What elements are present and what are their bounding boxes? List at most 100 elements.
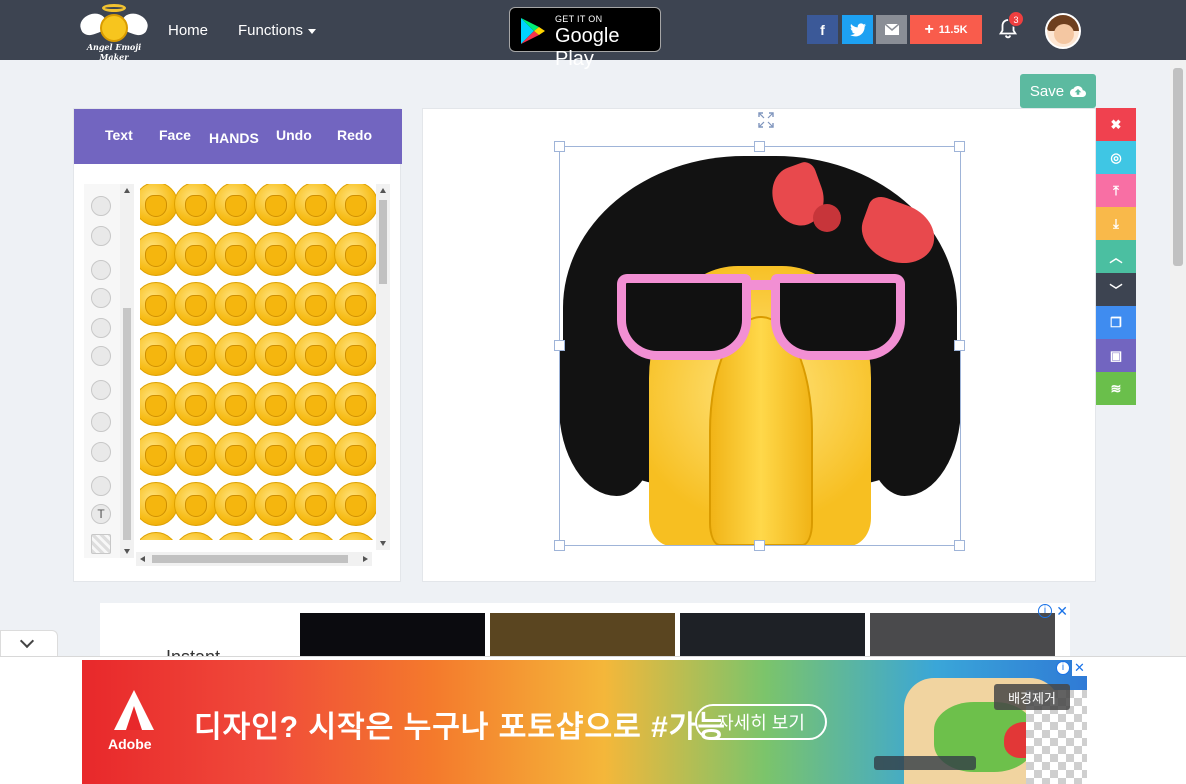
hands-emoji-item[interactable] bbox=[294, 332, 338, 376]
adobe-photoshop-ad[interactable]: Adobe 디자인? 시작은 누구나 포토샵으로 #가능 자세히 보기 배경제거 bbox=[82, 660, 1087, 784]
hands-emoji-item[interactable] bbox=[254, 232, 298, 276]
hands-emoji-item[interactable] bbox=[174, 432, 218, 476]
hands-emoji-item[interactable] bbox=[334, 382, 376, 426]
nose-icon[interactable] bbox=[91, 226, 111, 246]
selection-box[interactable] bbox=[559, 146, 961, 546]
facebook-share-button[interactable]: f bbox=[807, 15, 838, 44]
hands-emoji-item[interactable] bbox=[214, 382, 258, 426]
hands-emoji-item[interactable] bbox=[140, 184, 178, 226]
resize-handle-bl[interactable] bbox=[554, 540, 565, 551]
center-layer-button[interactable]: ◎ bbox=[1096, 141, 1136, 174]
resize-handle-tr[interactable] bbox=[954, 141, 965, 152]
hair-icon[interactable] bbox=[91, 346, 111, 366]
layers-button[interactable]: ≋ bbox=[1096, 372, 1136, 405]
hands-emoji-item[interactable] bbox=[254, 432, 298, 476]
hands-emoji-item[interactable] bbox=[140, 482, 178, 526]
hands-emoji-item[interactable] bbox=[334, 282, 376, 326]
hands-emoji-item[interactable] bbox=[254, 184, 298, 226]
resize-handle-tl[interactable] bbox=[554, 141, 565, 152]
scroll-up-icon[interactable] bbox=[124, 188, 130, 193]
hands-emoji-item[interactable] bbox=[254, 282, 298, 326]
grid-hscroll-thumb[interactable] bbox=[152, 555, 348, 563]
hands-emoji-item[interactable] bbox=[174, 282, 218, 326]
grid-horizontal-scrollbar[interactable] bbox=[136, 552, 372, 566]
resize-handle-l[interactable] bbox=[554, 340, 565, 351]
hands-emoji-item[interactable] bbox=[174, 532, 218, 540]
hands-emoji-item[interactable] bbox=[140, 432, 178, 476]
hands-emoji-item[interactable] bbox=[334, 482, 376, 526]
display-ad-top[interactable]: Instant i ✕ bbox=[100, 603, 1070, 667]
hands-emoji-item[interactable] bbox=[140, 382, 178, 426]
move-down-button[interactable]: ﹀ bbox=[1096, 273, 1136, 306]
grid-vertical-scrollbar[interactable] bbox=[376, 184, 390, 550]
save-button[interactable]: Save bbox=[1020, 74, 1096, 108]
nav-home[interactable]: Home bbox=[168, 22, 208, 39]
hands-emoji-item[interactable] bbox=[214, 282, 258, 326]
beard-icon[interactable] bbox=[91, 260, 111, 280]
grid-vscroll-thumb[interactable] bbox=[379, 200, 387, 284]
hands-emoji-item[interactable] bbox=[334, 184, 376, 226]
hands-emoji-item[interactable] bbox=[294, 482, 338, 526]
ad-info-icon[interactable]: i bbox=[1038, 604, 1052, 618]
text-tool-icon[interactable]: T bbox=[91, 504, 111, 524]
hands-emoji-item[interactable] bbox=[174, 184, 218, 226]
hat-icon[interactable] bbox=[91, 442, 111, 462]
eye-icon[interactable] bbox=[91, 412, 111, 432]
resize-handle-t[interactable] bbox=[754, 141, 765, 152]
hands-emoji-item[interactable] bbox=[294, 232, 338, 276]
twitter-share-button[interactable] bbox=[842, 15, 873, 44]
hands-emoji-item[interactable] bbox=[140, 332, 178, 376]
tab-hands[interactable]: HANDS bbox=[209, 130, 259, 146]
hands-emoji-item[interactable] bbox=[214, 482, 258, 526]
hands-emoji-item[interactable] bbox=[140, 532, 178, 540]
hands-emoji-item[interactable] bbox=[254, 332, 298, 376]
hands-emoji-item[interactable] bbox=[214, 532, 258, 540]
nav-functions[interactable]: Functions bbox=[238, 22, 317, 39]
hands-emoji-item[interactable] bbox=[254, 482, 298, 526]
scroll-down-icon[interactable] bbox=[124, 549, 130, 554]
redo-button[interactable]: Redo bbox=[337, 127, 372, 143]
user-avatar[interactable] bbox=[1045, 13, 1081, 49]
hands-emoji-item[interactable] bbox=[174, 232, 218, 276]
hands-emoji-item[interactable] bbox=[334, 332, 376, 376]
delete-layer-button[interactable]: ✖ bbox=[1096, 108, 1136, 141]
hands-emoji-item[interactable] bbox=[334, 232, 376, 276]
hands-emoji-item[interactable] bbox=[174, 382, 218, 426]
google-play-badge[interactable]: GET IT ON Google Play bbox=[509, 7, 661, 70]
grid-scroll-left-icon[interactable] bbox=[140, 556, 145, 562]
paste-button[interactable]: ▣ bbox=[1096, 339, 1136, 372]
hands-emoji-item[interactable] bbox=[254, 532, 298, 540]
hands-emoji-item[interactable] bbox=[294, 532, 338, 540]
copy-button[interactable]: ❐ bbox=[1096, 306, 1136, 339]
hands-emoji-item[interactable] bbox=[174, 332, 218, 376]
hands-emoji-item[interactable] bbox=[294, 432, 338, 476]
grid-scroll-right-icon[interactable] bbox=[363, 556, 368, 562]
hands-emoji-item[interactable] bbox=[294, 184, 338, 226]
hands-emoji-item[interactable] bbox=[140, 282, 178, 326]
page-scrollbar[interactable] bbox=[1170, 60, 1186, 660]
tab-face[interactable]: Face bbox=[159, 127, 191, 143]
hands-category-icon[interactable] bbox=[91, 476, 111, 496]
undo-button[interactable]: Undo bbox=[276, 127, 312, 143]
resize-handle-r[interactable] bbox=[954, 340, 965, 351]
mustache-icon[interactable] bbox=[91, 288, 111, 308]
expand-icon[interactable] bbox=[758, 112, 774, 128]
hands-emoji-item[interactable] bbox=[334, 432, 376, 476]
tab-text[interactable]: Text bbox=[105, 127, 133, 143]
hands-emoji-item[interactable] bbox=[254, 382, 298, 426]
glasses-icon[interactable] bbox=[91, 318, 111, 338]
ad-bottom-close-icon[interactable]: ✕ bbox=[1072, 660, 1087, 676]
mouth-icon[interactable] bbox=[91, 196, 111, 216]
page-scroll-thumb[interactable] bbox=[1173, 68, 1183, 266]
hands-emoji-item[interactable] bbox=[334, 532, 376, 540]
send-to-back-button[interactable]: ⤓ bbox=[1096, 207, 1136, 240]
hands-emoji-item[interactable] bbox=[214, 232, 258, 276]
resize-handle-b[interactable] bbox=[754, 540, 765, 551]
hands-emoji-item[interactable] bbox=[214, 184, 258, 226]
hands-emoji-item[interactable] bbox=[174, 482, 218, 526]
tools-scroll-thumb[interactable] bbox=[123, 308, 131, 540]
ad-cta-button[interactable]: 자세히 보기 bbox=[695, 704, 827, 740]
collapse-ad-button[interactable] bbox=[0, 630, 58, 658]
share-count-button[interactable]: +11.5K bbox=[910, 15, 982, 44]
grid-scroll-down-icon[interactable] bbox=[380, 541, 386, 546]
